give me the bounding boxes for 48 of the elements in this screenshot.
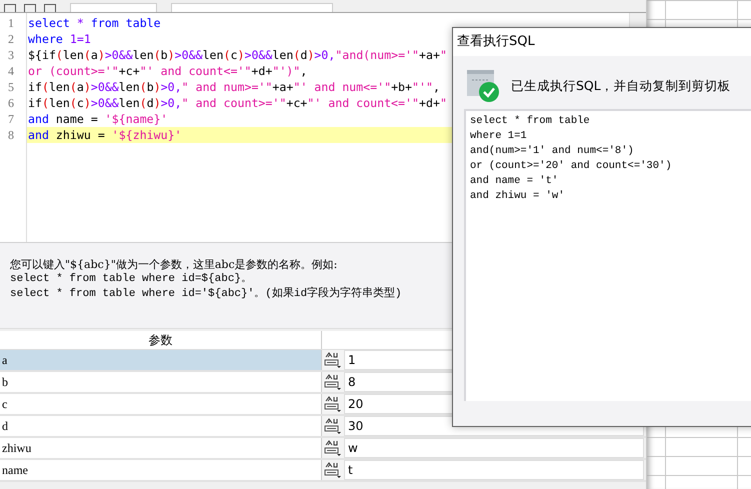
code-line: where 1=1 — [27, 31, 92, 47]
sql-line: and zhiwu = 'w' — [470, 189, 566, 204]
code-line: if(len(a)>0&&len(b)>0," and num>='"+a+"' and num<='"+b+"'", — [27, 79, 441, 95]
toolbar-field[interactable] — [171, 3, 333, 12]
column-header: 参数 — [0, 331, 322, 349]
text-type-icon[interactable] — [324, 417, 342, 435]
param-name-cell[interactable]: b — [0, 372, 322, 392]
param-value-field[interactable]: w — [344, 438, 644, 458]
code-line: and name = '${name}' — [27, 111, 169, 127]
line-number: 6 — [7, 95, 15, 111]
toolbar-icon[interactable] — [24, 4, 36, 12]
line-number: 7 — [7, 111, 15, 127]
dialog-title: 查看执行SQL — [453, 28, 751, 56]
hint-text: select * from table where id=${abc}。 — [10, 272, 254, 287]
line-number: 3 — [7, 47, 15, 63]
line-number: 2 — [7, 31, 15, 47]
hint-text: 您可以键入"${abc}"做为一个参数，这里abc是参数的名称。例如: — [10, 257, 338, 272]
line-number: 8 — [7, 127, 15, 143]
sql-line: select * from table — [470, 114, 591, 129]
sql-line: and name = 't' — [470, 174, 560, 189]
toolbar-icon[interactable] — [44, 4, 56, 12]
dialog-message: 已生成执行SQL，并自动复制到剪切板 — [511, 78, 731, 95]
param-name-cell[interactable]: a — [0, 350, 322, 370]
toolbar-field[interactable] — [70, 3, 157, 12]
param-name-cell[interactable]: zhiwu — [0, 438, 322, 458]
toolbar-icon[interactable] — [4, 4, 16, 12]
line-number: 5 — [7, 79, 15, 95]
hint-text: select * from table where id='${abc}'。(如果id字段为字符串类型) — [10, 287, 403, 302]
sql-text-area[interactable]: select * from table where 1=1 and(num>='1' and num<='8') or (count>='20' and count<='30') and name = 't' and zhiwu = 'w' — [464, 109, 751, 401]
line-number: 4 — [7, 63, 15, 79]
text-type-icon[interactable] — [324, 461, 342, 479]
code-line: or (count>='"+c+"' and count<='"+d+"')", — [27, 63, 308, 79]
sql-line: where 1=1 — [470, 129, 528, 144]
text-type-icon[interactable] — [324, 395, 342, 413]
text-type-icon[interactable] — [324, 373, 342, 391]
param-name-cell[interactable]: c — [0, 394, 322, 414]
line-number: 1 — [7, 15, 15, 31]
sql-line: or (count>='20' and count<='30') — [470, 159, 673, 174]
sql-line: and(num>='1' and num<='8') — [470, 144, 635, 159]
check-icon — [467, 70, 501, 103]
code-line: if(len(c)>0&&len(d)>0," and count>='"+c+"' and count<='"+d+" — [27, 95, 448, 111]
text-type-icon[interactable] — [324, 439, 342, 457]
param-name-cell[interactable]: d — [0, 416, 322, 436]
code-line: select * from table — [27, 15, 162, 31]
param-value-field[interactable]: t — [344, 460, 644, 480]
code-line: ${if(len(a)>0&&len(b)>0&&len(c)>0&&len(d)>0,"and(num>='"+a+" — [27, 47, 448, 63]
text-type-icon[interactable] — [324, 351, 342, 369]
param-name-cell[interactable]: name — [0, 460, 322, 480]
